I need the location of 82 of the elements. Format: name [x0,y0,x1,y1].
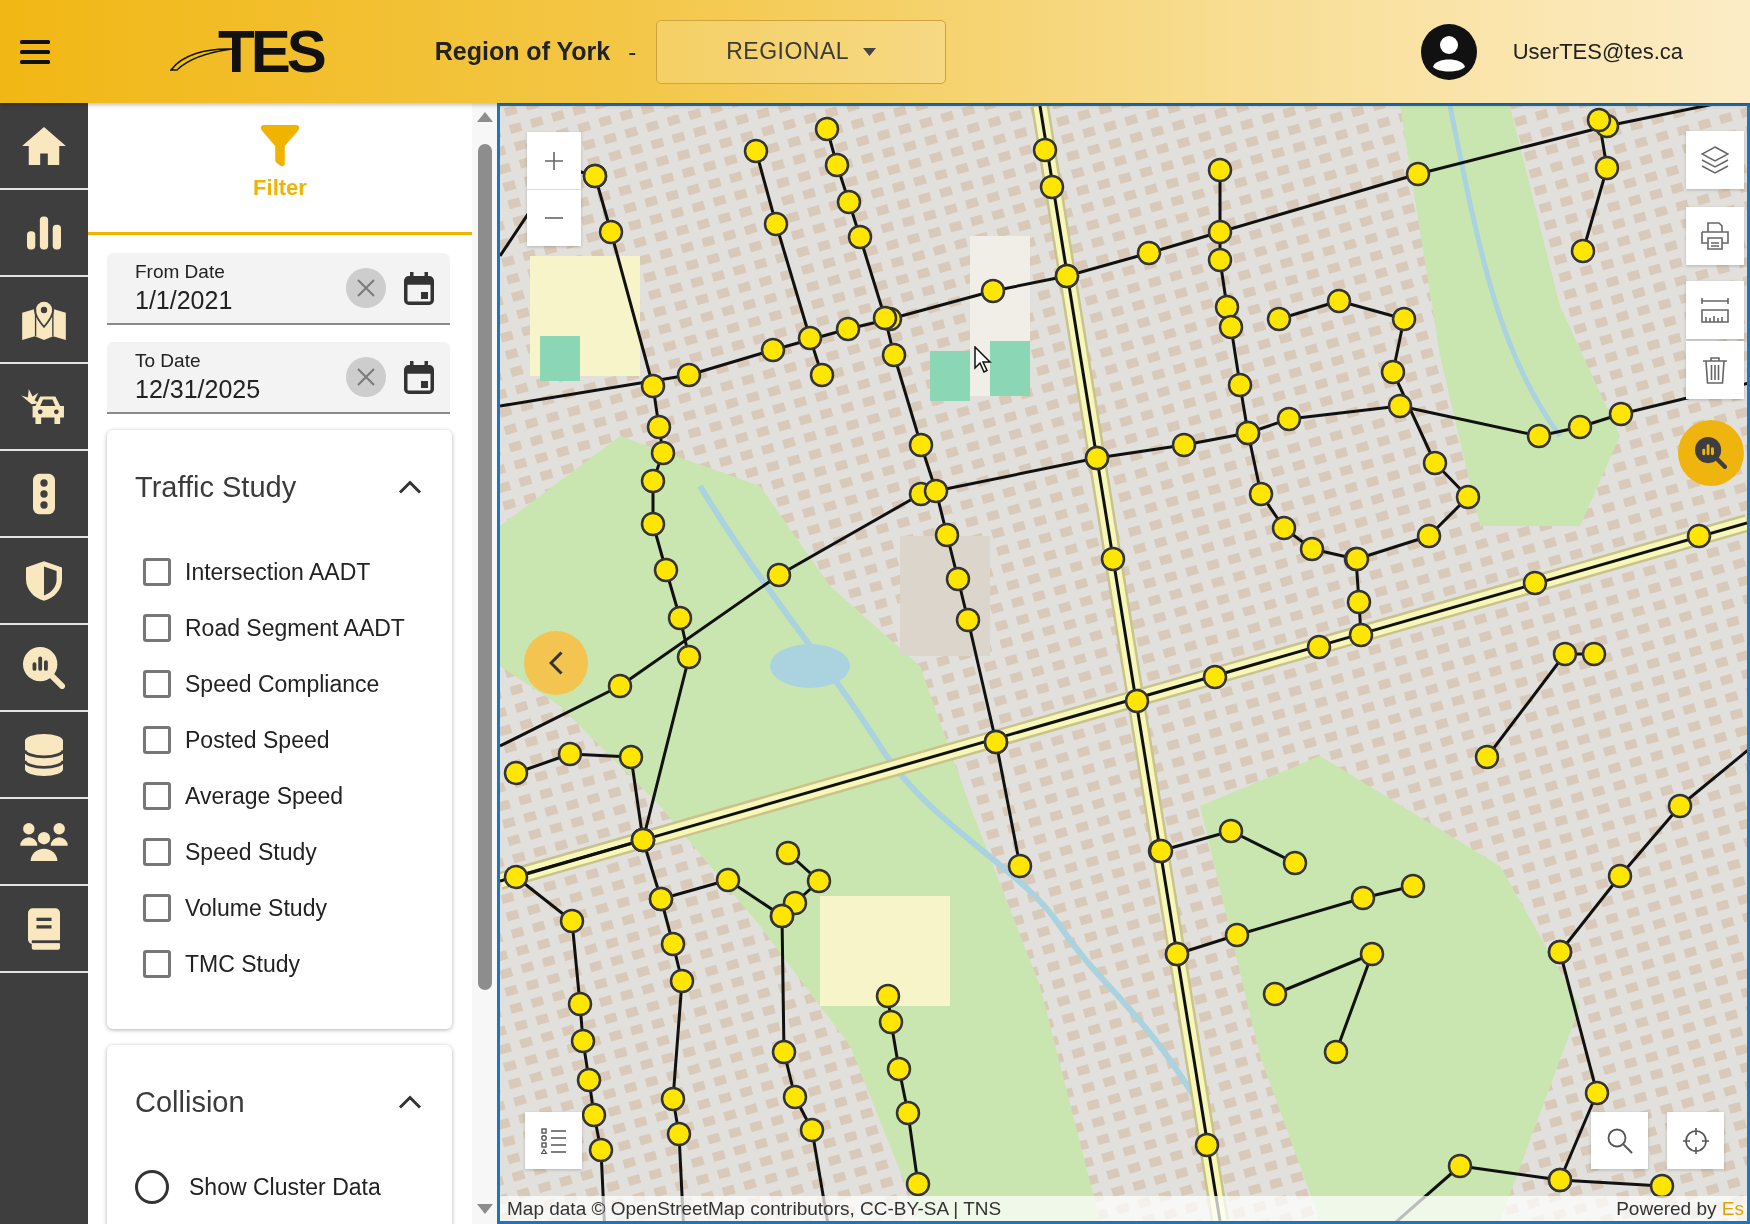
delete-button[interactable] [1686,341,1744,399]
traffic-light-icon [33,472,55,515]
crosshair-icon [1682,1127,1709,1154]
date-value: 1/1/2021 [135,286,233,315]
checkbox[interactable] [143,782,171,810]
measure-button[interactable] [1686,281,1744,339]
filter-icon [259,125,301,167]
region-separator: - [628,37,637,66]
checkbox[interactable] [143,558,171,586]
scrollbar-thumb[interactable] [477,144,492,990]
map-pin-icon [22,299,66,340]
checkbox-label[interactable]: Volume Study [185,894,327,922]
checkbox-label[interactable]: Speed Study [185,838,317,866]
caret-icon [863,47,877,56]
menu-icon [20,39,50,64]
zoom-in-button[interactable] [527,132,581,189]
collapse-toggle[interactable] [398,480,422,494]
map-attribution: Map data © OpenStreetMap contributors, CC-BY-SA | TNS [507,1197,1002,1220]
car-crash-icon [21,387,67,426]
book-icon [28,907,60,950]
date-field[interactable]: To Date 12/31/2025 [107,342,450,414]
plus-icon [545,151,563,170]
date-label: From Date [135,261,225,283]
filter-title: Filter [253,175,307,201]
checkbox[interactable] [143,614,171,642]
chart-search-icon [1695,437,1727,469]
checkbox-label[interactable]: Road Segment AADT [185,614,405,642]
user-email: UserTES@tes.ca [1512,38,1683,65]
locate-button[interactable] [1667,1112,1724,1169]
date-value: 12/31/2025 [135,375,261,404]
radio-label[interactable]: Show Cluster Data [189,1173,381,1201]
chevron-up-icon [398,480,422,494]
chevron-up-icon [398,1095,422,1109]
radio-button[interactable] [135,1170,169,1204]
checkbox[interactable] [143,950,171,978]
scroll-up-icon[interactable] [476,112,493,122]
list-icon [540,1127,567,1154]
layers-icon [1701,146,1729,174]
checkbox-label[interactable]: Posted Speed [185,726,330,754]
calendar-icon[interactable] [404,360,434,394]
minus-icon [545,217,563,219]
checkbox[interactable] [143,838,171,866]
date-label: To Date [135,350,201,372]
checkbox-label[interactable]: Speed Compliance [185,670,380,698]
logo-text: TES [218,21,323,82]
ruler-icon [1701,296,1729,324]
checkbox-label[interactable]: TMC Study [185,950,301,978]
bar-chart-icon [27,215,61,250]
checkbox-label[interactable]: Average Speed [185,782,344,810]
layers-button[interactable] [1686,131,1744,189]
close-icon [357,279,375,297]
menu-button[interactable] [20,39,50,64]
section-title: Collision [135,1085,245,1119]
region-name: Region of York [434,37,611,66]
avatar-icon[interactable] [1420,23,1477,80]
database-icon [25,733,63,776]
scope-dropdown[interactable]: REGIONAL [656,19,947,84]
checkbox[interactable] [143,670,171,698]
scroll-down-icon[interactable] [476,1204,493,1214]
legend-button[interactable] [525,1112,582,1169]
checkbox-label[interactable]: Intersection AADT [185,558,371,586]
chevron-left-icon [549,651,563,675]
powered-by-text: Powered by Es [1616,1197,1744,1220]
print-button[interactable] [1686,207,1744,265]
date-field[interactable]: From Date 1/1/2021 [107,253,450,325]
home-icon [21,125,67,166]
calendar-icon[interactable] [404,271,434,305]
collapse-toggle[interactable] [398,1095,422,1109]
people-icon [20,822,68,861]
search-button[interactable] [1591,1112,1648,1169]
search-icon [1606,1127,1633,1154]
clear-button[interactable] [346,357,386,397]
close-icon [357,368,375,386]
checkbox[interactable] [143,894,171,922]
clear-button[interactable] [346,268,386,308]
printer-icon [1701,222,1729,250]
trash-icon [1701,356,1729,384]
chart-search-icon [23,646,65,689]
checkbox[interactable] [143,726,171,754]
shield-icon [26,560,62,601]
section-title: Traffic Study [135,470,297,504]
cursor-icon [974,346,992,373]
